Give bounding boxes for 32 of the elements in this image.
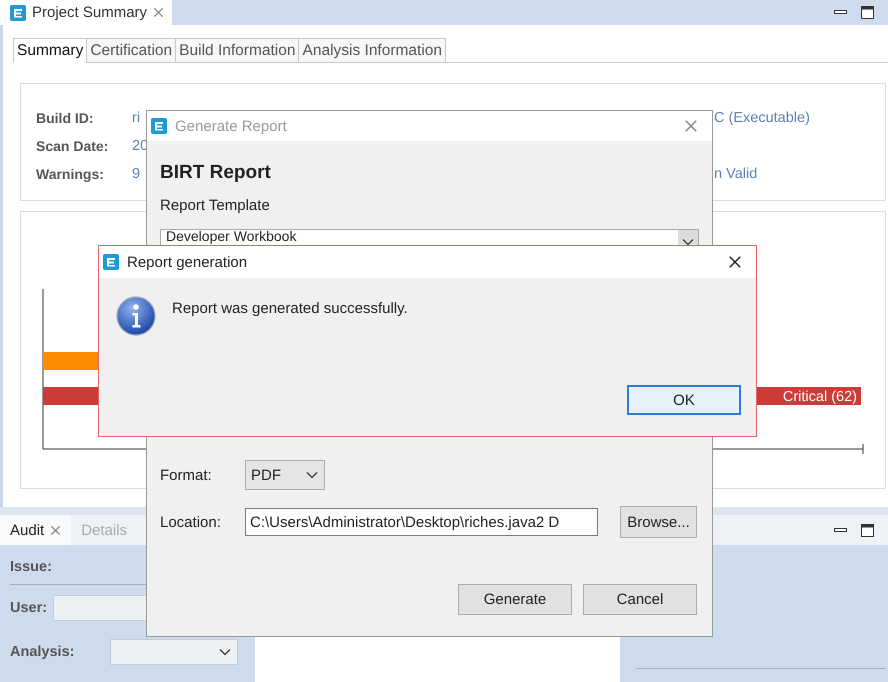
field-label: User: [10,600,48,616]
field-label: Issue: [10,558,52,574]
format-dropdown[interactable]: PDF [245,460,325,490]
tab[interactable]: Analysis Information [299,38,446,62]
template-value: Developer Workbook [166,230,296,243]
field-value: 9 [132,166,140,182]
dialog-title: Generate Report [175,118,288,134]
view-title: Project Summary [32,4,148,21]
ok-button[interactable]: OK [627,385,741,415]
message-text: Report was generated successfully. [172,300,408,317]
field-label: Analysis: [10,644,74,660]
field-label: Location: [160,514,222,530]
field-label: Warnings: [36,166,105,182]
field-label: Format: [160,466,213,484]
tab[interactable]: Certification [87,38,176,62]
dialog-button[interactable]: Generate [458,584,572,615]
bar-label: Critical (62) [782,389,857,405]
view-tab[interactable]: Audit [0,515,72,545]
dialog-title: Report generation [127,254,248,270]
tab[interactable]: Build Information [176,38,300,62]
browse-button[interactable]: Browse... [620,506,697,538]
location-field[interactable]: C:\Users\Administrator\Desktop\riches.java2 D [245,508,598,536]
view-tab[interactable]: Project Summary [0,0,172,25]
dialog-heading: BIRT Report [160,162,272,184]
field-label: Build ID: [36,110,95,126]
field-label: Report Template [160,197,271,215]
tab[interactable]: Summary [13,38,88,63]
field-value: ri [132,110,140,126]
field-value: n Valid [714,166,758,182]
field-label: Scan Date: [36,138,110,154]
dialog-button[interactable]: Cancel [583,584,697,615]
field-value: C (Executable) [714,110,810,126]
